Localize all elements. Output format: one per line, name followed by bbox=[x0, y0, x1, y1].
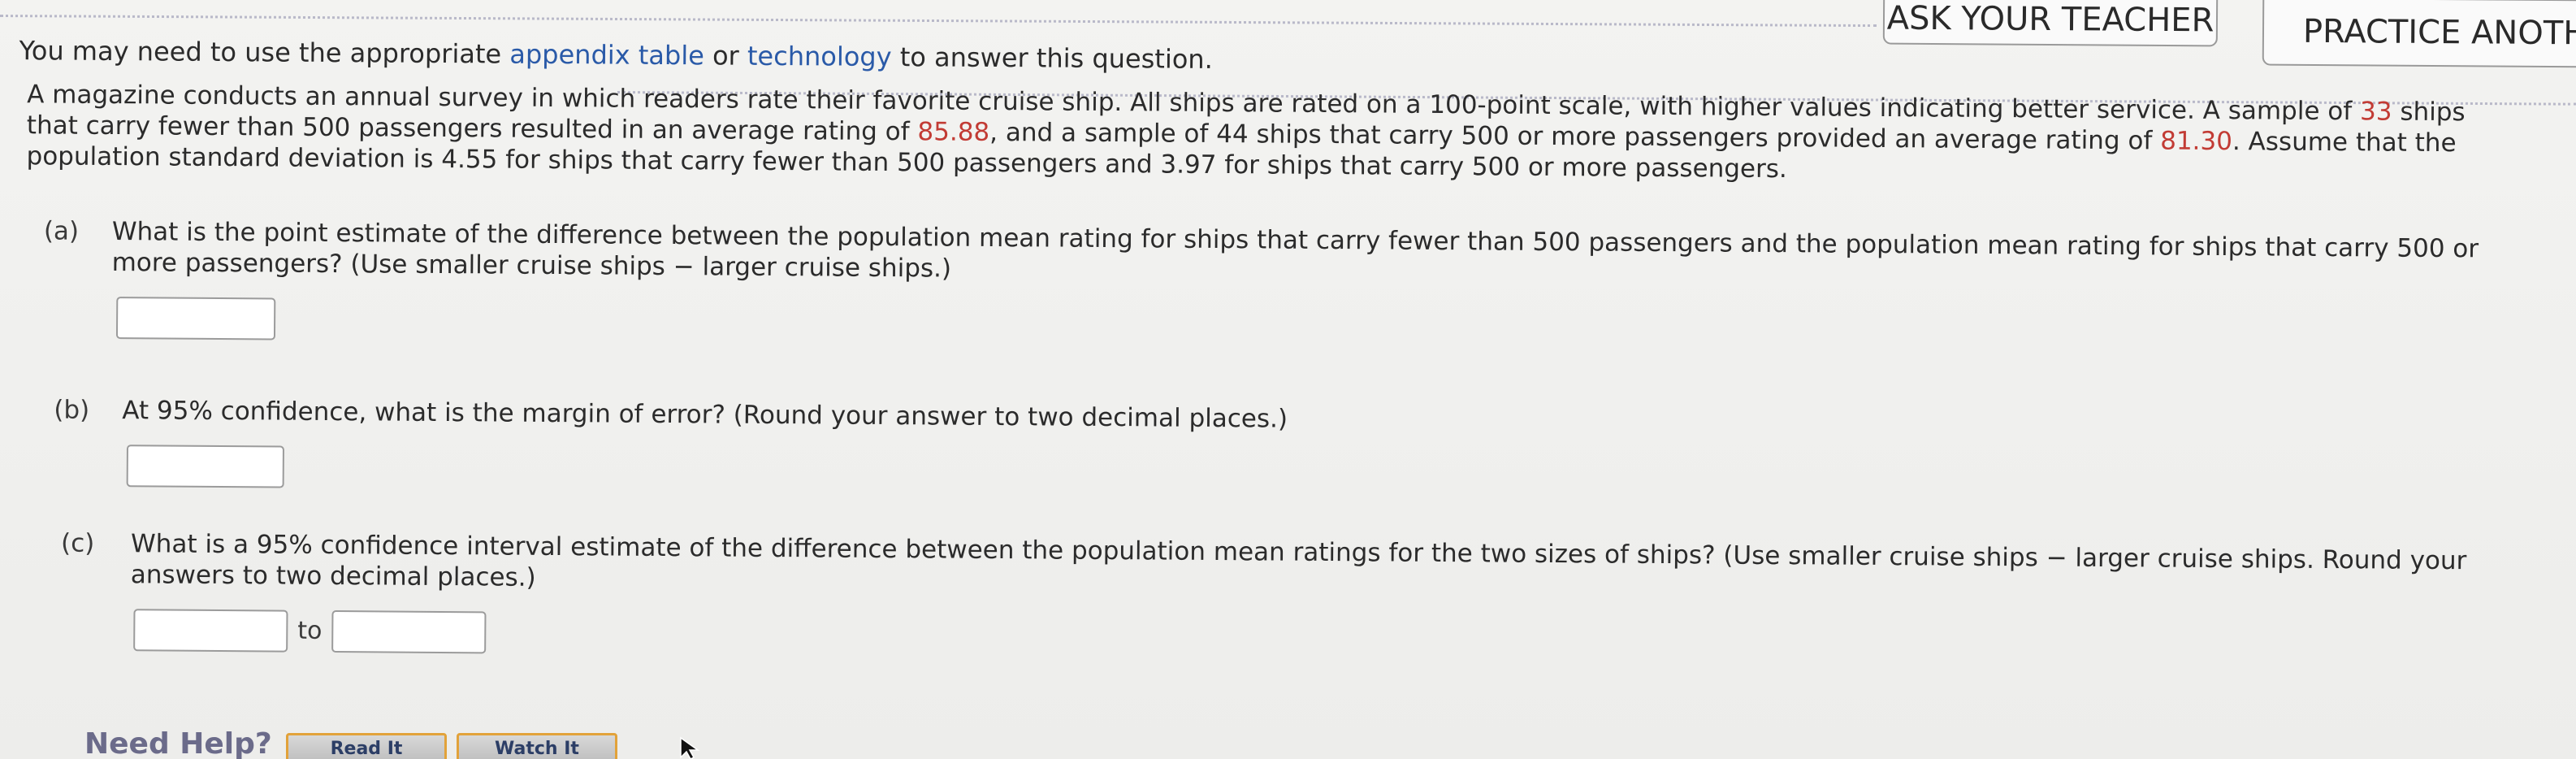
problem-text-2c: . Assume that the bbox=[2232, 127, 2457, 158]
part-b-answer-input[interactable] bbox=[126, 445, 284, 488]
part-c-lower-bound-input[interactable] bbox=[133, 609, 288, 653]
interval-to-label: to bbox=[297, 616, 323, 645]
question-panel: ASK YOUR TEACHER PRACTICE ANOTHE You may… bbox=[0, 0, 2576, 759]
intro-middle: or bbox=[704, 40, 748, 72]
technology-link[interactable]: technology bbox=[747, 41, 892, 72]
part-a-question-line-2: more passengers? (Use smaller cruise shi… bbox=[111, 248, 952, 284]
need-help-label: Need Help? bbox=[84, 727, 272, 759]
sample-mean-2: 81.30 bbox=[2160, 126, 2233, 157]
problem-text-1-end: ships bbox=[2392, 97, 2466, 128]
appendix-table-link[interactable]: appendix table bbox=[509, 39, 704, 72]
sample-size-1: 33 bbox=[2359, 97, 2392, 127]
part-c-question-line-2: answers to two decimal places.) bbox=[130, 560, 536, 592]
watch-it-button[interactable]: Watch It bbox=[457, 733, 617, 759]
part-a-label: (a) bbox=[43, 216, 80, 246]
intro-prefix: You may need to use the appropriate bbox=[19, 35, 510, 70]
question-content: You may need to use the appropriate appe… bbox=[0, 0, 2576, 759]
part-b-label: (b) bbox=[54, 395, 90, 425]
part-b-question: At 95% confidence, what is the margin of… bbox=[122, 396, 1288, 434]
intro-text: You may need to use the appropriate appe… bbox=[19, 35, 1213, 75]
problem-text-2a: that carry fewer than 500 passengers res… bbox=[26, 111, 918, 147]
intro-suffix: to answer this question. bbox=[891, 41, 1213, 75]
part-c-upper-bound-input[interactable] bbox=[331, 610, 487, 654]
read-it-button[interactable]: Read It bbox=[286, 733, 447, 759]
mouse-cursor-icon bbox=[680, 736, 700, 759]
part-c-label: (c) bbox=[60, 528, 95, 558]
part-a-answer-input[interactable] bbox=[115, 297, 276, 340]
sample-mean-1: 85.88 bbox=[917, 117, 990, 147]
